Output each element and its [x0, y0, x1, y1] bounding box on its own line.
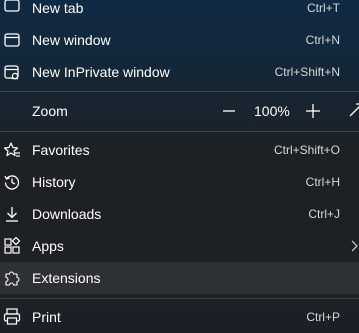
- menu-item-label: Apps: [32, 238, 64, 254]
- menu-item-favorites[interactable]: Favorites Ctrl+Shift+O: [0, 134, 359, 166]
- print-icon: [3, 308, 21, 326]
- menu-item-new-window[interactable]: New window Ctrl+N: [0, 24, 359, 56]
- zoom-label: Zoom: [32, 103, 68, 119]
- apps-icon: [3, 237, 21, 255]
- menu-item-new-tab[interactable]: New tab Ctrl+T: [0, 0, 359, 24]
- favorites-icon: [3, 141, 21, 159]
- chevron-right-icon: [351, 239, 359, 253]
- menu-item-print[interactable]: Print Ctrl+P: [0, 301, 359, 333]
- menu-item-label: Downloads: [32, 206, 102, 222]
- menu-item-label: Print: [32, 309, 61, 325]
- zoom-value: 100%: [254, 103, 290, 119]
- extensions-icon: [3, 269, 21, 287]
- menu-item-shortcut: Ctrl+Shift+N: [274, 65, 340, 79]
- inprivate-window-icon: [3, 63, 21, 81]
- menu-item-shortcut: Ctrl+H: [305, 175, 340, 189]
- menu-item-label: Extensions: [32, 270, 101, 286]
- menu-item-shortcut: Ctrl+T: [307, 1, 340, 15]
- new-tab-icon: [3, 0, 21, 17]
- fullscreen-icon[interactable]: [346, 102, 359, 120]
- zoom-out-button[interactable]: [220, 102, 238, 120]
- history-icon: [3, 173, 21, 191]
- browser-settings-menu: New tab Ctrl+T New window Ctrl+N New InP…: [0, 0, 359, 325]
- menu-item-new-inprivate-window[interactable]: New InPrivate window Ctrl+Shift+N: [0, 56, 359, 88]
- menu-item-label: Favorites: [32, 142, 90, 158]
- menu-item-history[interactable]: History Ctrl+H: [0, 166, 359, 198]
- menu-item-extensions[interactable]: Extensions: [0, 262, 359, 294]
- menu-item-shortcut: Ctrl+P: [306, 310, 340, 324]
- menu-item-shortcut: Ctrl+Shift+O: [273, 143, 340, 157]
- menu-item-shortcut: Ctrl+N: [305, 33, 340, 47]
- menu-item-label: History: [32, 174, 76, 190]
- new-window-icon: [3, 31, 21, 49]
- download-icon: [3, 205, 21, 223]
- menu-separator: [0, 131, 359, 132]
- menu-item-shortcut: Ctrl+J: [308, 207, 340, 221]
- menu-item-label: New tab: [32, 0, 84, 16]
- menu-separator: [0, 298, 359, 299]
- zoom-in-button[interactable]: [304, 102, 322, 120]
- menu-separator: [0, 91, 359, 92]
- menu-item-zoom: Zoom 100%: [0, 95, 359, 127]
- menu-item-apps[interactable]: Apps: [0, 230, 359, 262]
- menu-item-label: New window: [32, 32, 111, 48]
- menu-item-label: New InPrivate window: [32, 64, 170, 80]
- menu-item-downloads[interactable]: Downloads Ctrl+J: [0, 198, 359, 230]
